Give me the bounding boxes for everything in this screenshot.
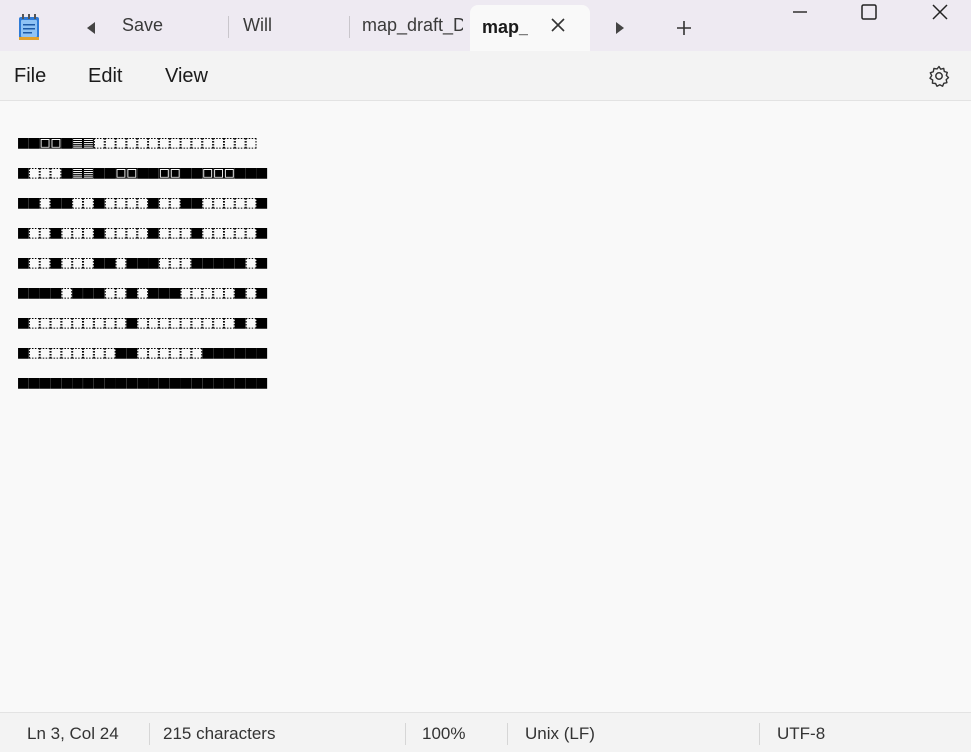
tab-active-map[interactable]: map_ [470, 5, 590, 51]
editor-line: ■■⬚■■⬚⬚■⬚⬚⬚⬚■⬚⬚■■⬚⬚⬚⬚⬚■ [18, 192, 268, 213]
plus-icon[interactable] [673, 17, 695, 39]
notepad-icon [18, 14, 40, 40]
editor-line: ■■■■⬚■■■⬚⬚■⬚■■■⬚⬚⬚⬚⬚■⬚■ [18, 282, 268, 303]
notepad-window: Save Will map_draft_D map_ File Edit Vie… [0, 0, 971, 752]
gear-icon[interactable] [927, 64, 951, 88]
character-count: 215 characters [163, 724, 276, 743]
tab-map-draft[interactable]: map_draft_D [362, 0, 463, 51]
editor-line: ■⬚⬚⬚⬚⬚⬚⬚⬚■■⬚⬚⬚⬚⬚⬚■■■■■■ [18, 342, 268, 363]
editor-line: ■⬚⬚⬚⬚⬚⬚⬚⬚⬚■⬚⬚⬚⬚⬚⬚⬚⬚⬚■⬚■ [18, 312, 268, 333]
maximize-icon[interactable] [857, 1, 881, 23]
close-icon[interactable] [549, 16, 567, 34]
tab-divider [349, 16, 350, 38]
tab-label: Save [122, 15, 164, 35]
editor-line: ■⬚⬚■⬚⬚⬚■⬚⬚⬚⬚■⬚⬚⬚■⬚⬚⬚⬚⬚■ [18, 222, 268, 243]
editor-line: ■■■■■■■■■■■■■■■■■■■■■■■ [18, 372, 268, 393]
line-ending[interactable]: Unix (LF) [525, 724, 595, 744]
status-divider [149, 723, 150, 745]
tab-label: Will [243, 15, 272, 35]
status-divider [507, 723, 508, 745]
minimize-icon[interactable] [788, 2, 812, 22]
menu-file[interactable]: File [14, 65, 46, 88]
status-divider [759, 723, 760, 745]
cursor-position[interactable]: Ln 3, Col 24 [27, 724, 119, 744]
tab-label: map_draft_D [362, 15, 463, 35]
close-window-icon[interactable] [928, 1, 952, 23]
text-editor[interactable]: ■■▣▣■▤▤⬚⬚⬚⬚⬚⬚⬚⬚⬚⬚⬚⬚⬚⬚⬚ ■⬚⬚⬚■▤▤■■▣▣■■▣▣■■… [0, 101, 971, 712]
menu-edit[interactable]: Edit [88, 65, 122, 88]
tab-label: map_ [482, 17, 528, 37]
encoding[interactable]: UTF-8 [777, 724, 825, 744]
caret-left-icon[interactable] [80, 17, 102, 39]
editor-line: ■⬚⬚⬚■▤▤■■▣▣■■▣▣■■▣▣▣■■■ [18, 162, 268, 183]
menu-view[interactable]: View [165, 65, 208, 88]
title-bar: Save Will map_draft_D map_ [0, 0, 971, 51]
tab-save[interactable]: Save [122, 0, 222, 51]
editor-line: ■■▣▣■▤▤⬚⬚⬚⬚⬚⬚⬚⬚⬚⬚⬚⬚⬚⬚⬚ [18, 132, 257, 153]
caret-right-icon[interactable] [609, 17, 631, 39]
status-bar: Ln 3, Col 24 215 characters 100% Unix (L… [0, 712, 971, 752]
editor-content[interactable]: ■■▣▣■▤▤⬚⬚⬚⬚⬚⬚⬚⬚⬚⬚⬚⬚⬚⬚⬚ ■⬚⬚⬚■▤▤■■▣▣■■▣▣■■… [18, 128, 267, 398]
editor-line: ■⬚⬚■⬚⬚⬚■■⬚■■■⬚⬚⬚■■■■■⬚■ [18, 252, 268, 273]
menu-bar: File Edit View [0, 51, 971, 101]
tab-will[interactable]: Will [243, 0, 343, 51]
tab-divider [228, 16, 229, 38]
status-divider [405, 723, 406, 745]
zoom-level[interactable]: 100% [422, 724, 465, 744]
